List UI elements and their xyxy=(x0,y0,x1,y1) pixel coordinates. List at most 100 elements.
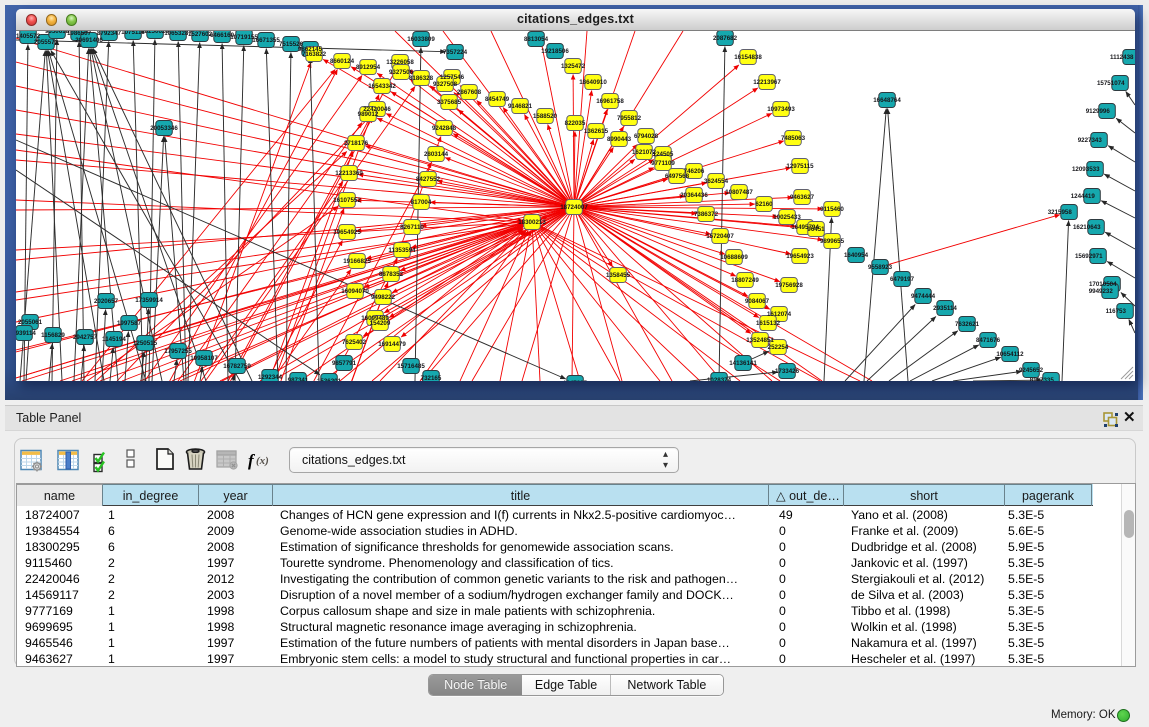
svg-text:1112438: 1112438 xyxy=(1110,54,1134,61)
svg-text:16543342: 16543342 xyxy=(368,83,396,90)
svg-text:16107552: 16107552 xyxy=(333,197,361,204)
svg-text:1257546: 1257546 xyxy=(440,74,465,81)
svg-text:18724007: 18724007 xyxy=(560,204,588,211)
svg-text:13524851: 13524851 xyxy=(746,337,774,344)
svg-text:20364436: 20364436 xyxy=(680,192,708,199)
svg-text:989012: 989012 xyxy=(358,111,379,118)
svg-text:16782759: 16782759 xyxy=(223,363,251,370)
svg-text:16154838: 16154838 xyxy=(734,54,762,61)
svg-text:8427552: 8427552 xyxy=(416,176,441,183)
svg-text:7386372: 7386372 xyxy=(694,211,719,218)
svg-text:20691406: 20691406 xyxy=(75,37,103,44)
svg-text:1362615: 1362615 xyxy=(584,128,609,135)
svg-text:9115460: 9115460 xyxy=(820,206,844,213)
svg-text:7163822: 7163822 xyxy=(302,51,327,58)
svg-text:19166825: 19166825 xyxy=(343,258,371,265)
svg-text:987341: 987341 xyxy=(288,377,309,381)
svg-text:9350618: 9350618 xyxy=(45,31,70,35)
svg-text:9498222: 9498222 xyxy=(371,294,396,301)
svg-text:10958107: 10958107 xyxy=(190,355,218,362)
svg-text:19654925: 19654925 xyxy=(333,229,361,236)
svg-text:1997587: 1997587 xyxy=(117,320,142,327)
svg-text:8660124: 8660124 xyxy=(330,58,355,65)
svg-text:8792347: 8792347 xyxy=(97,31,122,37)
svg-text:1536201: 1536201 xyxy=(317,378,342,381)
svg-text:9857791: 9857791 xyxy=(332,360,357,367)
svg-text:16033809: 16033809 xyxy=(407,36,435,43)
svg-text:10025433: 10025433 xyxy=(773,214,801,221)
svg-text:9949232: 9949232 xyxy=(1089,288,1114,295)
svg-text:9129996: 9129996 xyxy=(1086,108,1111,115)
svg-text:13226058: 13226058 xyxy=(386,59,414,66)
svg-text:62160: 62160 xyxy=(755,201,773,208)
svg-text:116753: 116753 xyxy=(1106,308,1127,315)
svg-text:2718176: 2718176 xyxy=(344,140,369,147)
svg-text:8878352: 8878352 xyxy=(379,271,404,278)
svg-text:12213967: 12213967 xyxy=(753,79,781,86)
svg-text:18807249: 18807249 xyxy=(731,277,759,284)
svg-text:9146821: 9146821 xyxy=(508,103,533,110)
svg-text:20053346: 20053346 xyxy=(150,125,178,132)
svg-text:2020657: 2020657 xyxy=(94,298,119,305)
svg-text:8813054: 8813054 xyxy=(524,36,549,43)
svg-text:8267110: 8267110 xyxy=(400,224,424,231)
svg-text:1847295: 1847295 xyxy=(563,380,588,381)
svg-text:9327508: 9327508 xyxy=(433,81,458,88)
svg-text:12213369: 12213369 xyxy=(335,170,363,177)
svg-text:9474444: 9474444 xyxy=(911,293,936,300)
svg-text:9899655: 9899655 xyxy=(820,238,845,245)
svg-text:17957255: 17957255 xyxy=(164,348,192,355)
svg-text:9558923: 9558923 xyxy=(868,264,893,271)
svg-text:1588520: 1588520 xyxy=(533,113,558,120)
svg-text:19756928: 19756928 xyxy=(775,282,803,289)
svg-text:10654112: 10654112 xyxy=(996,351,1024,358)
svg-text:6794028: 6794028 xyxy=(634,133,659,140)
svg-text:6479197: 6479197 xyxy=(890,276,915,283)
svg-text:19218506: 19218506 xyxy=(541,48,569,55)
svg-text:154209: 154209 xyxy=(370,320,391,327)
svg-text:7625402: 7625402 xyxy=(342,339,367,346)
svg-text:2942757: 2942757 xyxy=(73,334,98,341)
svg-text:16648764: 16648764 xyxy=(873,97,901,104)
svg-text:9084067: 9084067 xyxy=(745,298,770,305)
svg-text:1640954: 1640954 xyxy=(844,252,869,259)
svg-text:124505: 124505 xyxy=(653,151,674,158)
svg-text:3375685: 3375685 xyxy=(437,99,462,106)
svg-text:1733426: 1733426 xyxy=(775,368,800,375)
svg-text:1615132: 1615132 xyxy=(756,320,781,327)
svg-text:12093533: 12093533 xyxy=(1072,166,1100,173)
svg-text:8454749: 8454749 xyxy=(485,96,510,103)
svg-text:8186328: 8186328 xyxy=(409,75,434,82)
svg-text:1358455: 1358455 xyxy=(606,272,631,279)
svg-text:18640910: 18640910 xyxy=(579,79,607,86)
svg-text:7955812: 7955812 xyxy=(617,115,642,122)
svg-text:252254: 252254 xyxy=(768,344,789,351)
svg-text:2087682: 2087682 xyxy=(713,35,738,42)
svg-text:f: f xyxy=(248,451,256,470)
svg-text:15692971: 15692971 xyxy=(1075,253,1103,260)
svg-text:3624554: 3624554 xyxy=(704,178,729,185)
svg-text:2867608: 2867608 xyxy=(457,89,482,96)
svg-text:8127335: 8127335 xyxy=(1030,377,1055,381)
svg-text:1145194: 1145194 xyxy=(102,336,126,343)
svg-text:1612074: 1612074 xyxy=(767,311,792,318)
svg-text:1527602: 1527602 xyxy=(188,31,213,38)
svg-text:15716485: 15716485 xyxy=(397,363,425,370)
svg-text:2935114: 2935114 xyxy=(933,305,957,312)
svg-text:3215958: 3215958 xyxy=(1048,209,1073,216)
svg-text:8471676: 8471676 xyxy=(976,337,1001,344)
svg-text:1244419: 1244419 xyxy=(1071,193,1096,200)
svg-text:7485063: 7485063 xyxy=(781,135,806,142)
svg-text:10807487: 10807487 xyxy=(725,189,753,196)
svg-text:9245652: 9245652 xyxy=(1019,367,1044,374)
svg-text:11353594: 11353594 xyxy=(388,247,416,254)
svg-text:8990443: 8990443 xyxy=(607,136,632,143)
svg-text:17359914: 17359914 xyxy=(135,297,163,304)
svg-text:1156829: 1156829 xyxy=(41,332,65,339)
svg-text:12975115: 12975115 xyxy=(786,163,814,170)
svg-text:14136141: 14136141 xyxy=(729,360,757,367)
svg-text:17010504: 17010504 xyxy=(1089,281,1117,288)
svg-text:1325472: 1325472 xyxy=(561,63,586,70)
svg-text:16094070: 16094070 xyxy=(341,288,369,295)
svg-text:96451: 96451 xyxy=(807,226,825,233)
